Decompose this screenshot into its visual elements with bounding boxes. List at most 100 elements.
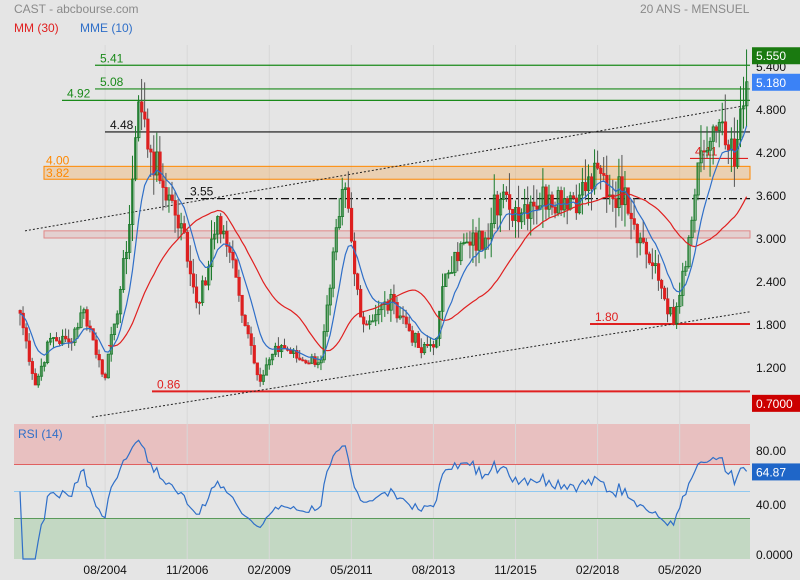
candle-body: [574, 197, 579, 214]
candle-body: [140, 101, 144, 113]
price-zone: [43, 230, 751, 239]
candle-body: [629, 212, 633, 220]
candle-body: [480, 230, 484, 250]
candle-body: [58, 340, 62, 344]
candle-body: [425, 344, 430, 347]
candle-body: [55, 337, 59, 342]
candle-body: [185, 231, 189, 262]
y-tick-label: 4.800: [756, 103, 786, 117]
candle-body: [298, 357, 302, 361]
candle-body: [146, 118, 150, 150]
candle-body: [614, 198, 618, 208]
candle-body: [307, 362, 311, 365]
candle-body: [164, 187, 168, 201]
candle-body: [571, 195, 576, 199]
candle-body: [27, 340, 31, 362]
candle-body: [599, 167, 603, 174]
price-level-label: 5.41: [100, 51, 124, 65]
candle-body: [191, 273, 196, 288]
candle-body: [176, 214, 180, 229]
candle-body: [249, 333, 253, 346]
candle-body: [660, 279, 664, 289]
candle-body: [152, 151, 156, 176]
candle-body: [553, 206, 557, 214]
candle-body: [243, 314, 247, 326]
rsi-y-tick-label: 80.00: [756, 444, 786, 458]
candle-body: [18, 310, 22, 314]
candle-body: [468, 241, 472, 246]
x-tick-label: 05/2020: [658, 563, 702, 577]
rsi-title: RSI (14): [18, 427, 63, 441]
candle-body: [258, 374, 262, 382]
candle-body: [504, 191, 509, 196]
candle-body: [486, 237, 490, 240]
candle-body: [252, 345, 256, 364]
candle-body: [97, 354, 101, 361]
zone-label-bottom: 3.82: [46, 166, 70, 180]
candle-body: [726, 144, 731, 151]
candle-body: [723, 121, 728, 146]
axis-badge-label: 5.180: [756, 76, 786, 90]
trendline: [91, 311, 750, 418]
candle-body: [346, 187, 351, 209]
x-tick-label: 05/2011: [330, 563, 373, 577]
x-tick-label: 08/2013: [412, 563, 456, 577]
price-level-label: 3.55: [190, 185, 214, 199]
candle-body: [657, 263, 661, 281]
candle-body: [94, 339, 98, 355]
candle-body: [590, 176, 594, 190]
candle-body: [632, 218, 636, 225]
candle-body: [255, 362, 259, 376]
candle-body: [432, 344, 436, 348]
price-level-label: 1.80: [595, 310, 619, 324]
candle-body: [666, 298, 670, 315]
candle-body: [672, 306, 676, 325]
y-tick-label: 1.200: [756, 361, 786, 375]
candle-body: [100, 359, 104, 375]
x-tick-label: 02/2009: [248, 563, 292, 577]
x-tick-label: 11/2006: [166, 563, 209, 577]
candle-body: [356, 273, 360, 290]
y-tick-label: 3.000: [756, 232, 786, 246]
candle-body: [231, 251, 235, 261]
candle-body: [85, 309, 89, 327]
candle-body: [371, 320, 375, 323]
candle-body: [170, 194, 174, 201]
candle-body: [67, 338, 71, 343]
axis-badge-label: 0.7000: [756, 397, 793, 411]
candle-body: [64, 335, 68, 340]
mm30-line: [108, 193, 748, 352]
rsi-overbought-zone: [14, 424, 750, 465]
candle-body: [535, 205, 539, 210]
candle-body: [161, 180, 165, 188]
candle-body: [650, 262, 655, 267]
rsi-y-tick-label: 40.00: [756, 498, 786, 512]
candle-body: [143, 111, 147, 120]
candle-body: [456, 251, 460, 262]
price-level-label: 5.08: [100, 75, 124, 89]
x-tick-label: 02/2018: [576, 563, 620, 577]
candle-body: [508, 194, 512, 210]
candle-body: [197, 301, 202, 304]
rsi-y-tick-label: 0.0000: [756, 548, 793, 562]
candle-body: [103, 373, 107, 379]
candle-body: [237, 276, 241, 296]
axis-badge-label: 5.550: [756, 49, 786, 63]
price-level-label: 4.92: [67, 86, 91, 100]
candle-body: [304, 360, 308, 364]
candle-body: [596, 162, 600, 169]
candle-body: [204, 280, 208, 286]
candle-body: [188, 260, 193, 275]
price-level-label: 0.86: [157, 377, 181, 391]
candle-body: [416, 333, 421, 348]
candle-body: [365, 323, 369, 326]
zone-label-top: 4.00: [46, 153, 70, 167]
candle-body: [644, 241, 649, 255]
candle-body: [401, 315, 405, 318]
candle-body: [714, 126, 718, 131]
candle-body: [362, 316, 366, 325]
candle-body: [158, 151, 162, 182]
candle-body: [474, 232, 478, 251]
candle-body: [234, 259, 238, 278]
candle-body: [410, 330, 414, 343]
